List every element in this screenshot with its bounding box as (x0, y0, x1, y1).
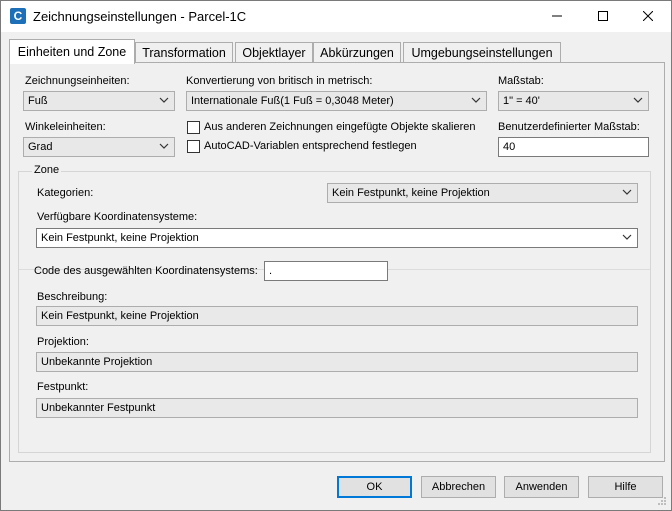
scale-objects-checkbox[interactable] (187, 121, 200, 134)
description-value: Kein Festpunkt, keine Projektion (41, 310, 199, 322)
chevron-down-icon (622, 232, 632, 242)
tab-transformation[interactable]: Transformation (135, 42, 233, 63)
custom-scale-value: 40 (503, 141, 516, 153)
available-cs-label: Verfügbare Koordinatensysteme: (37, 211, 198, 223)
tab-abkuerzungen[interactable]: Abkürzungen (313, 42, 401, 63)
cs-code-label: Code des ausgewählten Koordinatensystems… (34, 265, 258, 277)
categories-value: Kein Festpunkt, keine Projektion (332, 187, 490, 199)
datum-label: Festpunkt: (37, 381, 89, 393)
ok-button[interactable]: OK (337, 476, 412, 498)
window-title: Zeichnungseinstellungen - Parcel-1C (33, 9, 247, 24)
datum-field: Unbekannter Festpunkt (36, 398, 638, 418)
civil3d-app-icon: C (10, 8, 26, 24)
cs-code-value: . (269, 265, 273, 277)
title-bar[interactable]: C Zeichnungseinstellungen - Parcel-1C (1, 1, 671, 32)
conversion-select[interactable]: Internationale Fuß(1 Fuß = 0,3048 Meter) (186, 91, 487, 111)
angle-units-label: Winkeleinheiten: (25, 121, 106, 133)
scale-select[interactable]: 1" = 40' (498, 91, 649, 111)
close-icon (642, 10, 654, 22)
cs-code-input[interactable]: . (264, 261, 388, 281)
projection-label: Projektion: (37, 336, 89, 348)
description-label: Beschreibung: (37, 291, 108, 303)
chevron-down-icon (159, 95, 169, 105)
conversion-value: Internationale Fuß(1 Fuß = 0,3048 Meter) (191, 95, 394, 107)
datum-value: Unbekannter Festpunkt (41, 402, 156, 414)
resize-grip-icon[interactable] (657, 496, 667, 506)
custom-scale-label: Benutzerdefinierter Maßstab: (498, 121, 640, 133)
chevron-down-icon (633, 95, 643, 105)
angle-units-value: Grad (28, 141, 53, 153)
categories-select[interactable]: Kein Festpunkt, keine Projektion (327, 183, 638, 203)
maximize-icon (598, 11, 608, 21)
drawing-units-select[interactable]: Fuß (23, 91, 175, 111)
conversion-label: Konvertierung von britisch in metrisch: (186, 75, 373, 87)
chevron-down-icon (471, 95, 481, 105)
minimize-button[interactable] (534, 1, 580, 32)
available-cs-value: Kein Festpunkt, keine Projektion (41, 232, 199, 244)
scale-label: Maßstab: (498, 75, 544, 87)
projection-value: Unbekannte Projektion (41, 356, 153, 368)
drawing-units-value: Fuß (28, 95, 48, 107)
dialog-window: C Zeichnungseinstellungen - Parcel-1C Ei… (0, 0, 672, 511)
scale-objects-label[interactable]: Aus anderen Zeichnungen eingefügte Objek… (204, 121, 476, 133)
cancel-button[interactable]: Abbrechen (421, 476, 496, 498)
autocad-vars-label[interactable]: AutoCAD-Variablen entsprechend festlegen (204, 140, 417, 152)
apply-button[interactable]: Anwenden (504, 476, 579, 498)
close-button[interactable] (625, 1, 671, 32)
chevron-down-icon (622, 187, 632, 197)
tab-objektlayer[interactable]: Objektlayer (235, 42, 313, 63)
autocad-vars-checkbox[interactable] (187, 140, 200, 153)
minimize-icon (552, 15, 562, 17)
tab-umgebungseinstellungen[interactable]: Umgebungseinstellungen (403, 42, 561, 63)
custom-scale-input[interactable]: 40 (498, 137, 649, 157)
available-cs-select[interactable]: Kein Festpunkt, keine Projektion (36, 228, 638, 248)
scale-value: 1" = 40' (503, 95, 540, 107)
tab-einheiten-und-zone[interactable]: Einheiten und Zone (9, 39, 135, 64)
chevron-down-icon (159, 141, 169, 151)
maximize-button[interactable] (580, 1, 626, 32)
angle-units-select[interactable]: Grad (23, 137, 175, 157)
projection-field: Unbekannte Projektion (36, 352, 638, 372)
help-button[interactable]: Hilfe (588, 476, 663, 498)
drawing-units-label: Zeichnungseinheiten: (25, 75, 130, 87)
categories-label: Kategorien: (37, 187, 94, 199)
zone-group-title: Zone (32, 164, 62, 176)
description-field: Kein Festpunkt, keine Projektion (36, 306, 638, 326)
